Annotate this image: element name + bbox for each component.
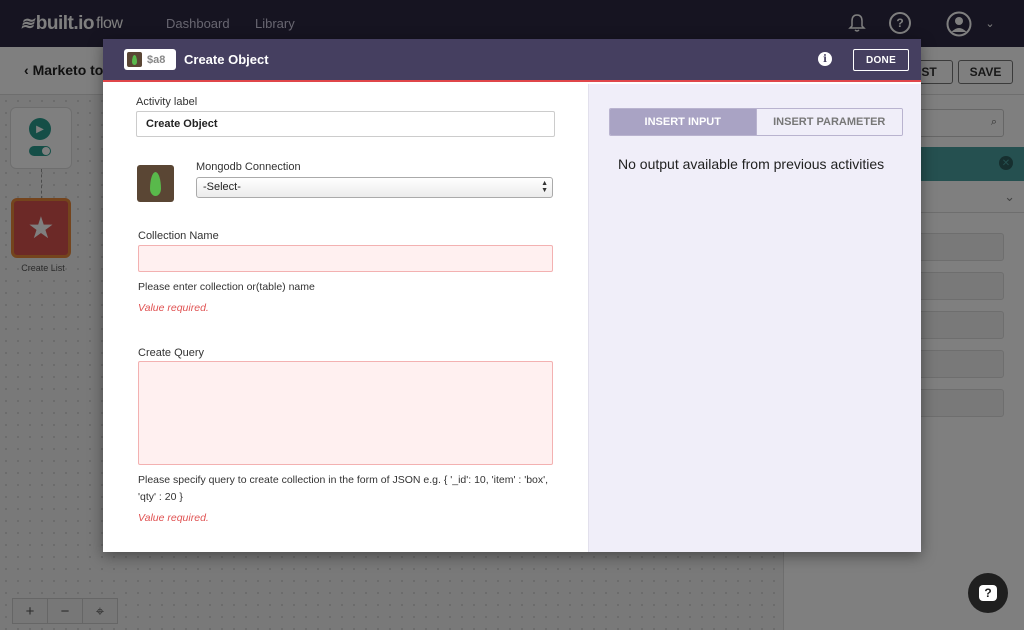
select-arrows-icon: ▲ ▼ — [541, 180, 548, 194]
form-pane: Activity label Create Object Mongodb Con… — [103, 84, 588, 552]
no-output-message: No output available from previous activi… — [618, 156, 885, 172]
collection-name-label: Collection Name — [138, 230, 219, 242]
connection-selected-value: -Select- — [203, 181, 241, 193]
tab-insert-input[interactable]: INSERT INPUT — [610, 109, 756, 135]
collection-name-error: Value required. — [138, 302, 209, 314]
badge-text: $a8 — [147, 53, 166, 66]
create-object-modal: $a8 Create Object i DONE Activity label … — [103, 39, 921, 552]
create-query-help: Please specify query to create collectio… — [138, 474, 549, 503]
connection-select[interactable]: -Select- ▲ ▼ — [196, 177, 553, 198]
connection-label: Mongodb Connection — [196, 161, 301, 173]
collection-name-input[interactable] — [138, 245, 553, 272]
activity-label-label: Activity label — [136, 96, 198, 108]
modal-header: $a8 Create Object i DONE — [103, 39, 921, 82]
create-query-error: Value required. — [138, 512, 209, 524]
tab-insert-parameter[interactable]: INSERT PARAMETER — [755, 109, 902, 135]
insert-tabs: INSERT INPUT INSERT PARAMETER — [609, 108, 903, 136]
mongodb-logo-icon — [137, 165, 174, 202]
activity-badge: $a8 — [124, 49, 176, 70]
modal-title: Create Object — [184, 52, 269, 67]
create-query-label: Create Query — [138, 347, 205, 359]
mongodb-leaf-icon — [127, 52, 142, 67]
done-button[interactable]: DONE — [853, 49, 909, 71]
help-chat-button[interactable]: ? — [968, 573, 1008, 613]
activity-label-input[interactable]: Create Object — [136, 111, 555, 137]
collection-name-help: Please enter collection or(table) name — [138, 281, 315, 293]
info-icon[interactable]: i — [818, 52, 832, 66]
create-query-textarea[interactable] — [138, 361, 553, 465]
chat-question-icon: ? — [979, 585, 997, 601]
input-reference-pane: INSERT INPUT INSERT PARAMETER No output … — [588, 84, 921, 552]
